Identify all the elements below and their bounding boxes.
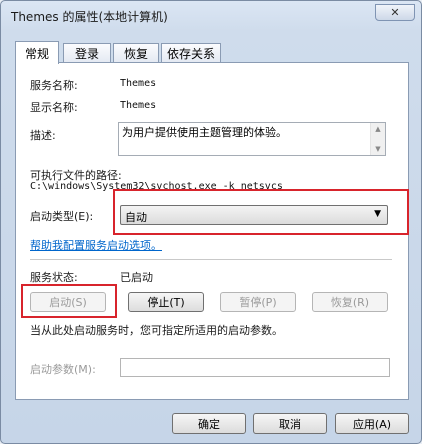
title-bar[interactable]: Themes 的属性(本地计算机) ✕: [1, 1, 421, 31]
start-params-input[interactable]: [120, 358, 390, 377]
separator: [30, 259, 392, 260]
tab-dependencies[interactable]: 依存关系: [161, 43, 221, 63]
scroll-up-icon[interactable]: ▲: [371, 124, 385, 134]
dropdown-arrow-icon: ▼: [374, 209, 381, 219]
stop-button[interactable]: 停止(T): [128, 292, 204, 312]
properties-dialog: Themes 的属性(本地计算机) ✕ 常规 登录 恢复 依存关系 服务名称: …: [0, 0, 422, 444]
close-icon: ✕: [390, 6, 400, 19]
exe-path-value: C:\windows\System32\svchost.exe -k netsv…: [30, 181, 283, 192]
start-button[interactable]: 启动(S): [30, 292, 106, 312]
scroll-down-icon[interactable]: ▼: [371, 144, 385, 154]
service-name-value: Themes: [120, 78, 157, 89]
description-label: 描述:: [30, 129, 56, 142]
display-name-value: Themes: [120, 100, 157, 111]
startup-type-select[interactable]: 自动 ▼: [120, 205, 388, 225]
apply-button[interactable]: 应用(A): [335, 413, 409, 434]
start-params-hint: 当从此处启动服务时，您可指定所适用的启动参数。: [30, 324, 283, 337]
startup-type-value: 自动: [125, 211, 147, 224]
tab-logon[interactable]: 登录: [63, 43, 111, 63]
cancel-button[interactable]: 取消: [253, 413, 327, 434]
tab-general[interactable]: 常规: [15, 41, 59, 64]
description-text: 为用户提供使用主题管理的体验。: [122, 126, 287, 139]
window-title: Themes 的属性(本地计算机): [11, 10, 168, 24]
pause-button[interactable]: 暂停(P): [220, 292, 296, 312]
service-status-label: 服务状态:: [30, 271, 78, 284]
general-tab-panel: 服务名称: Themes 显示名称: Themes 描述: 为用户提供使用主题管…: [15, 62, 409, 400]
resume-button[interactable]: 恢复(R): [312, 292, 388, 312]
tab-recovery[interactable]: 恢复: [113, 43, 159, 63]
ok-button[interactable]: 确定: [172, 413, 246, 434]
display-name-label: 显示名称:: [30, 101, 78, 114]
description-box[interactable]: 为用户提供使用主题管理的体验。 ▲ ▼: [118, 122, 386, 156]
service-status-value: 已启动: [120, 271, 153, 284]
close-button[interactable]: ✕: [375, 4, 415, 21]
help-config-link[interactable]: 帮助我配置服务启动选项。: [30, 237, 162, 253]
service-name-label: 服务名称:: [30, 79, 78, 92]
startup-type-label: 启动类型(E):: [30, 210, 94, 223]
start-params-label: 启动参数(M):: [30, 363, 96, 376]
description-scrollbar[interactable]: ▲ ▼: [370, 123, 385, 155]
